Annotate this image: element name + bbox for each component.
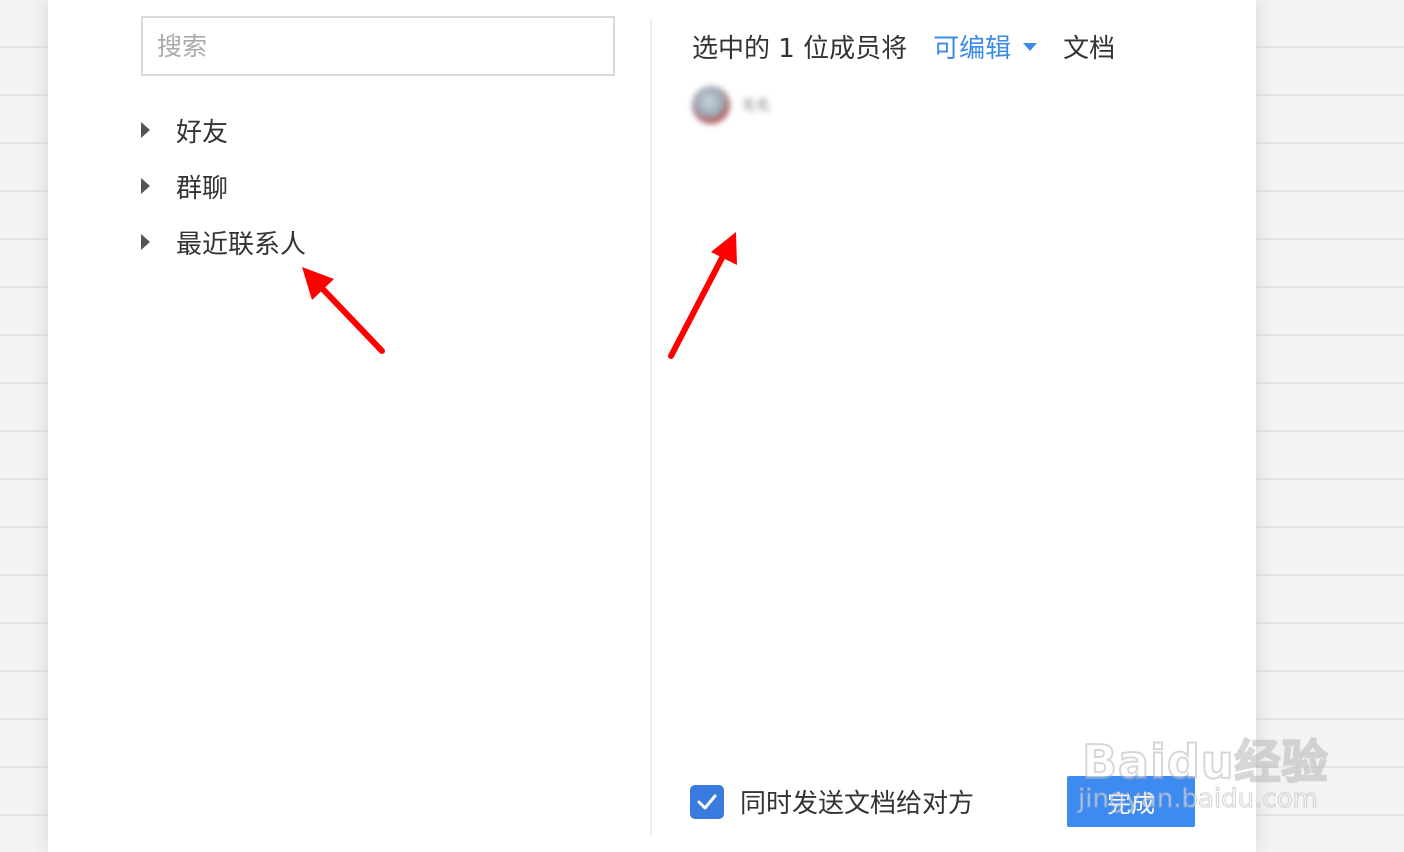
tree-item-recent-contacts[interactable]: 最近联系人 [141, 222, 306, 262]
tree-item-label: 最近联系人 [176, 229, 307, 260]
permission-dropdown[interactable]: 可编辑 [933, 28, 1038, 65]
done-button[interactable]: 完成 [1067, 776, 1195, 827]
member-name: 毛毛 [742, 98, 770, 114]
search-input[interactable] [141, 16, 615, 76]
selected-member[interactable]: 毛毛 [692, 86, 770, 124]
avatar [692, 86, 730, 124]
permission-suffix: 文档 [1063, 34, 1116, 64]
contact-picker: 好友 群聊 最近联系人 [48, 0, 652, 852]
send-document-label: 同时发送文档给对方 [740, 789, 975, 819]
caret-right-icon [141, 122, 150, 138]
permission-prefix: 选中的 1 位成员将 [692, 34, 908, 64]
caret-down-icon [1023, 42, 1038, 51]
caret-right-icon [141, 178, 150, 194]
tree-item-label: 好友 [176, 117, 229, 148]
tree-item-label: 群聊 [176, 173, 229, 204]
tree-item-friends[interactable]: 好友 [141, 110, 228, 150]
background-right [1244, 0, 1404, 852]
checkmark-icon [697, 794, 717, 809]
share-dialog: 好友 群聊 最近联系人 选中的 1 位成员将 可编辑 文档 毛毛 [48, 0, 1256, 852]
send-document-checkbox[interactable] [690, 784, 724, 819]
send-document-option[interactable]: 同时发送文档给对方 [690, 783, 974, 820]
caret-right-icon [141, 234, 150, 250]
permission-level: 可编辑 [933, 34, 1012, 64]
selected-members-pane: 选中的 1 位成员将 可编辑 文档 毛毛 同时发送文档给对方 完成 [652, 0, 1256, 852]
permission-line: 选中的 1 位成员将 可编辑 文档 [692, 28, 1115, 65]
tree-item-groups[interactable]: 群聊 [141, 166, 228, 206]
